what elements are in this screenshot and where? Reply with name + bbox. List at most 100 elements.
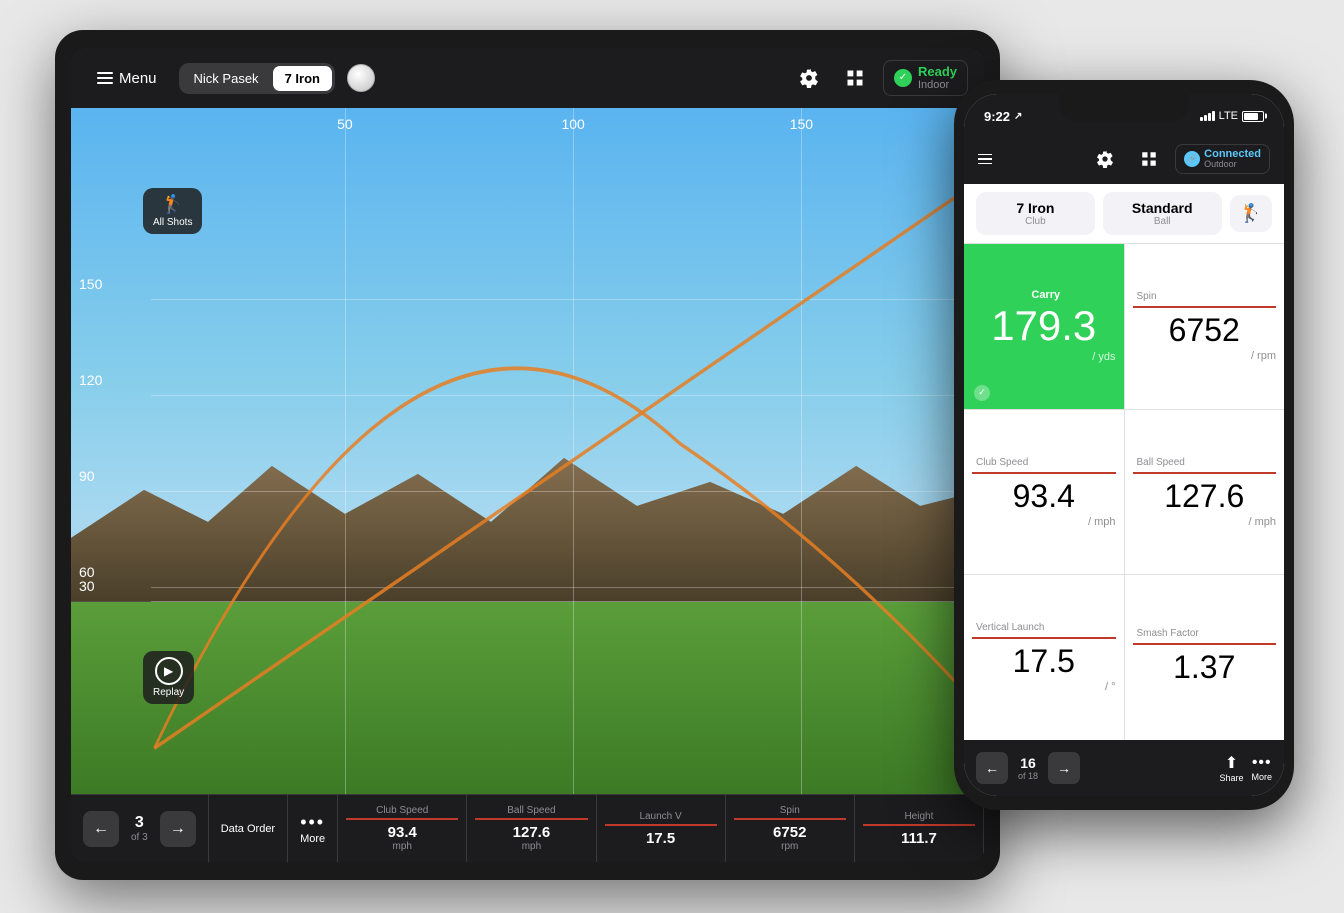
phone-shot-of: of 18 <box>1018 771 1038 781</box>
more-label: More <box>300 833 325 845</box>
spin-value: 6752 <box>1169 314 1240 346</box>
stat-height-value: 111.7 <box>901 830 937 847</box>
stat-ball-speed: Ball Speed 127.6 mph <box>467 795 596 862</box>
player-name-pill[interactable]: Nick Pasek <box>182 66 271 91</box>
ready-badge: ✓ Ready Indoor <box>883 60 968 96</box>
phone-shot-counter: 16 of 18 <box>1012 755 1044 781</box>
stat-club-speed-label: Club Speed <box>376 805 428 816</box>
grid-button[interactable] <box>837 60 873 96</box>
club-speed-label: Club Speed <box>972 457 1116 468</box>
ready-label: Ready <box>918 65 957 79</box>
stat-spin-value: 6752 <box>773 824 806 841</box>
smash-factor-red-line <box>1133 643 1277 645</box>
vertical-launch-cell: Vertical Launch 17.5 / ° <box>964 575 1125 740</box>
phone-share-button[interactable]: ⬆ Share <box>1219 753 1243 783</box>
ball-selector-pill[interactable]: Standard Ball <box>1103 192 1222 235</box>
back-button[interactable]: ← <box>83 811 119 847</box>
data-order-label: Data Order <box>221 823 275 835</box>
tablet-screen: Menu Nick Pasek 7 Iron <box>71 48 984 862</box>
stat-club-speed-unit: mph <box>393 841 412 852</box>
phone-more-dots-icon: ••• <box>1252 754 1272 772</box>
all-shots-button[interactable]: 🏌 All Shots <box>143 188 202 234</box>
smash-factor-cell: Smash Factor 1.37 <box>1125 575 1285 740</box>
check-circle-icon: ✓ <box>894 69 912 87</box>
battery-icon <box>1242 111 1264 122</box>
stat-spin-label: Spin <box>780 805 800 816</box>
outdoor-label: Outdoor <box>1204 160 1261 170</box>
shot-number: 3 <box>135 814 144 832</box>
tablet-footer: ← 3 of 3 → Data Order ••• More Club Spee… <box>71 794 984 862</box>
ball-type: Ball <box>1154 216 1171 227</box>
carry-value: 179.3 <box>991 305 1096 347</box>
indoor-label: Indoor <box>918 79 957 91</box>
phone-grid-icon <box>1140 150 1158 168</box>
player-selector-pill[interactable]: 🏌️ <box>1230 195 1272 232</box>
data-order-button[interactable]: Data Order <box>208 795 287 862</box>
carry-cell: Carry 179.3 / yds ✓ <box>964 244 1125 409</box>
club-selector-pill[interactable]: 7 Iron Club <box>976 192 1095 235</box>
carry-check-icon: ✓ <box>974 385 990 401</box>
phone-screen: 9:22 ↗ LTE <box>964 94 1284 796</box>
phone-grid-button[interactable] <box>1131 141 1167 177</box>
club-speed-red-line <box>972 472 1116 474</box>
stat-spin: Spin 6752 rpm <box>726 795 855 862</box>
phone-settings-button[interactable] <box>1087 141 1123 177</box>
stat-club-speed: Club Speed 93.4 mph <box>338 795 467 862</box>
phone-stat-row-3: Vertical Launch 17.5 / ° Smash Factor 1.… <box>964 575 1284 740</box>
stat-ball-speed-value: 127.6 <box>513 824 551 841</box>
vertical-launch-red-line <box>972 637 1116 639</box>
stat-red-line-3 <box>605 824 717 826</box>
phone-footer: ← 16 of 18 → ⬆ Share ••• More <box>964 740 1284 796</box>
phone-indicators: LTE <box>1200 110 1264 122</box>
vertical-launch-label: Vertical Launch <box>972 622 1116 633</box>
shot-counter: 3 of 3 <box>123 814 156 843</box>
phone-stat-row-2: Club Speed 93.4 / mph Ball Speed 127.6 /… <box>964 410 1284 576</box>
smash-factor-value: 1.37 <box>1173 651 1235 683</box>
tablet: Menu Nick Pasek 7 Iron <box>55 30 1000 880</box>
settings-button[interactable] <box>791 60 827 96</box>
player-club-selector: Nick Pasek 7 Iron <box>179 63 335 94</box>
phone-more-button[interactable]: ••• More <box>1251 754 1272 782</box>
stat-red-line-4 <box>734 818 846 820</box>
club-name: 7 Iron <box>1016 200 1054 216</box>
replay-button[interactable]: ▶ Replay <box>143 651 194 704</box>
stat-ball-speed-label: Ball Speed <box>507 805 555 816</box>
phone-time: 9:22 ↗ <box>984 109 1022 124</box>
phone: 9:22 ↗ LTE <box>954 80 1294 810</box>
club-speed-cell: Club Speed 93.4 / mph <box>964 410 1125 575</box>
stat-red-line-5 <box>863 824 975 826</box>
share-label: Share <box>1219 773 1243 783</box>
stat-launch-v: Launch V 17.5 <box>597 795 726 862</box>
battery-fill <box>1244 113 1258 120</box>
stat-ball-speed-unit: mph <box>522 841 541 852</box>
vertical-launch-unit: / ° <box>1105 681 1116 693</box>
spin-red-line <box>1133 306 1277 308</box>
spin-unit: / rpm <box>1251 350 1276 362</box>
phone-more-label: More <box>1251 772 1272 782</box>
forward-button[interactable]: → <box>160 811 196 847</box>
stats-grid: Club Speed 93.4 mph Ball Speed 127.6 mph… <box>337 795 984 862</box>
club-type: Club <box>1025 216 1046 227</box>
phone-back-button[interactable]: ← <box>976 752 1008 784</box>
ball-speed-unit: / mph <box>1248 516 1276 528</box>
ball-speed-red-line <box>1133 472 1277 474</box>
play-circle-icon: ▶ <box>155 657 183 685</box>
club-pill[interactable]: 7 Iron <box>273 66 332 91</box>
lte-label: LTE <box>1219 110 1238 122</box>
more-button[interactable]: ••• More <box>287 795 337 862</box>
ball-icon[interactable] <box>347 64 375 92</box>
ball-speed-cell: Ball Speed 127.6 / mph <box>1125 410 1285 575</box>
tablet-header: Menu Nick Pasek 7 Iron <box>71 48 984 108</box>
phone-menu-button[interactable] <box>978 154 992 165</box>
phone-gear-icon <box>1096 150 1114 168</box>
club-speed-unit: / mph <box>1088 516 1116 528</box>
hamburger-icon <box>97 72 113 84</box>
phone-ready-text: Connected Outdoor <box>1204 148 1261 170</box>
menu-button[interactable]: Menu <box>87 64 167 93</box>
phone-forward-button[interactable]: → <box>1048 752 1080 784</box>
stat-spin-unit: rpm <box>781 841 798 852</box>
stat-height-label: Height <box>904 811 933 822</box>
location-arrow-icon: ↗ <box>1014 111 1022 122</box>
ball-name: Standard <box>1132 200 1193 216</box>
phone-header: 🔗 Connected Outdoor <box>964 134 1284 184</box>
